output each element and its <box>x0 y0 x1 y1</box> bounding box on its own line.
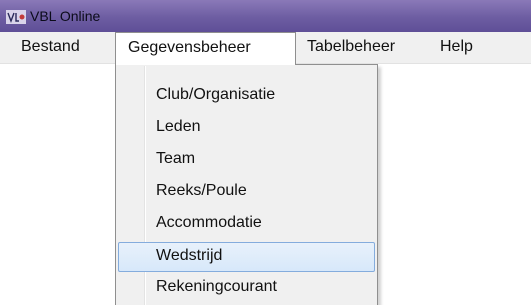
menuitem-club-organisatie[interactable]: Club/Organisatie <box>118 81 375 111</box>
menuitem-rekeningcourant[interactable]: Rekeningcourant <box>118 273 375 303</box>
app-window: VBL Online Bestand Gegevensbeheer Tabelb… <box>0 0 531 305</box>
gegevensbeheer-dropdown: Club/Organisatie Leden Team Reeks/Poule … <box>115 64 378 305</box>
menuitem-wedstrijd[interactable]: Wedstrijd <box>118 242 375 272</box>
menu-gegevensbeheer[interactable]: Gegevensbeheer <box>115 32 296 65</box>
title-bar[interactable]: VBL Online <box>0 0 531 32</box>
menu-help[interactable]: Help <box>440 32 473 64</box>
menu-bestand[interactable]: Bestand <box>21 32 80 64</box>
menuitem-reeks-poule[interactable]: Reeks/Poule <box>118 177 375 207</box>
menuitem-accommodatie[interactable]: Accommodatie <box>118 209 375 239</box>
menuitem-team[interactable]: Team <box>118 145 375 175</box>
window-title: VBL Online <box>30 8 101 24</box>
menuitem-leden[interactable]: Leden <box>118 113 375 143</box>
menu-tabelbeheer[interactable]: Tabelbeheer <box>307 32 395 64</box>
menu-bar: Bestand Gegevensbeheer Tabelbeheer Help <box>0 32 531 65</box>
app-logo-icon[interactable] <box>6 9 26 24</box>
